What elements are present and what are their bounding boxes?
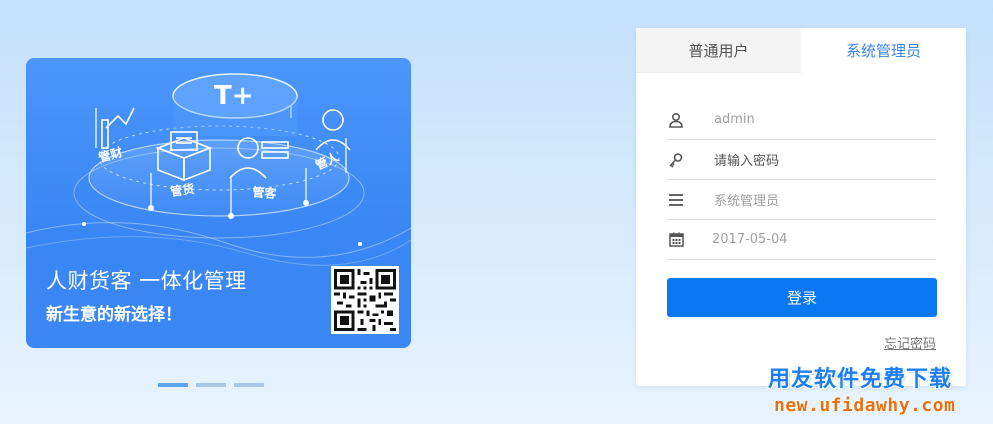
- banner-illustration: T+ 管财 管货 管客 管人: [26, 73, 411, 266]
- carousel-indicators: [158, 383, 264, 387]
- login-form: admin 请输入密码 系统管理员 2017-05-04: [667, 100, 936, 260]
- banner-title: 人财货客 一体化管理: [46, 269, 247, 293]
- qr-code-icon: [331, 266, 399, 334]
- watermark-url: new.ufidawhy.com: [774, 395, 956, 416]
- carousel-dot-2[interactable]: [196, 383, 226, 387]
- banner-subtitle: 新生意的新选择！: [46, 305, 182, 325]
- login-button[interactable]: 登录: [667, 278, 937, 317]
- tab-normal-user[interactable]: 普通用户: [636, 28, 801, 73]
- account-field[interactable]: 系统管理员: [667, 180, 936, 220]
- login-panel: 普通用户 系统管理员 admin 请输入密码 系统管理员 2017-05-04 …: [636, 28, 966, 386]
- list-icon: [667, 191, 685, 209]
- password-placeholder: 请输入密码: [714, 154, 780, 169]
- tplus-logo-text: T+: [214, 81, 254, 111]
- account-value: 系统管理员: [714, 194, 780, 209]
- date-field[interactable]: 2017-05-04: [667, 220, 936, 260]
- calendar-icon: [667, 231, 685, 249]
- user-icon: [667, 111, 685, 129]
- key-icon: [667, 151, 685, 169]
- carousel-dot-3[interactable]: [234, 383, 264, 387]
- date-value: 2017-05-04: [712, 232, 788, 247]
- forgot-password-link[interactable]: 忘记密码: [884, 333, 936, 352]
- carousel-dot-1[interactable]: [158, 383, 188, 387]
- login-tabs: 普通用户 系统管理员: [636, 28, 966, 73]
- username-value: admin: [714, 112, 755, 127]
- password-field[interactable]: 请输入密码: [667, 140, 936, 180]
- tab-system-admin[interactable]: 系统管理员: [801, 28, 966, 73]
- watermark-title: 用友软件免费下载: [768, 367, 953, 392]
- module-label-customers: 管客: [252, 184, 278, 201]
- promo-banner[interactable]: T+ 管财 管货 管客 管人 人财货客 一体化管理 新生意的新选择！: [26, 58, 411, 348]
- username-field[interactable]: admin: [667, 100, 936, 140]
